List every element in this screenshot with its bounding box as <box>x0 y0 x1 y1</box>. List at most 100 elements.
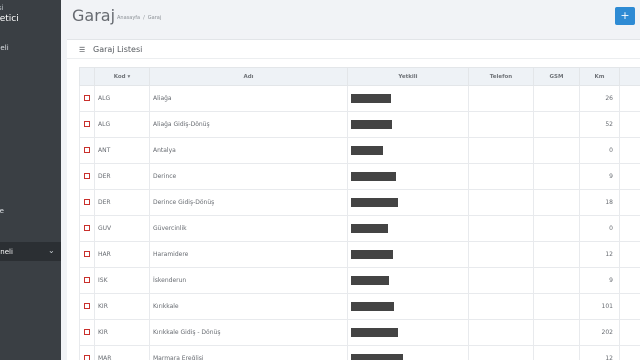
table-row[interactable]: KIR Kırıkkale 101 <box>79 293 640 320</box>
row-checkbox-cell[interactable] <box>79 189 95 216</box>
column-header-gsm[interactable]: GSM <box>533 67 580 86</box>
cell-adi: Marmara Ereğlisi <box>149 345 348 360</box>
table-row[interactable]: GUV Güvercinlik 0 <box>79 215 640 242</box>
redacted-yetkili <box>351 94 391 103</box>
garage-list-panel: ☰ Garaj Listesi Kod ▾ Adı Yetkili Telefo… <box>67 39 640 360</box>
row-checkbox[interactable] <box>84 120 90 127</box>
column-header-km[interactable]: Km <box>579 67 620 86</box>
redacted-yetkili <box>351 250 393 259</box>
cell-extra <box>619 189 640 216</box>
row-checkbox-cell[interactable] <box>79 345 95 360</box>
cell-telefon <box>468 293 534 320</box>
cell-km: 9 <box>579 267 620 294</box>
sidebar: isi netici i neli se aneli ⌄ <box>0 0 61 360</box>
cell-telefon <box>468 163 534 190</box>
cell-kod: GUV <box>94 215 150 242</box>
cell-kod: ALG <box>94 85 150 112</box>
panel-header: ☰ Garaj Listesi <box>67 40 640 59</box>
table-row[interactable]: MAR Marmara Ereğlisi 12 <box>79 345 640 360</box>
redacted-yetkili <box>351 276 389 285</box>
table-row[interactable]: ISK İskenderun 9 <box>79 267 640 294</box>
row-checkbox[interactable] <box>84 146 90 153</box>
table-row[interactable]: KIR Kırıkkale Gidiş - Dönüş 202 <box>79 319 640 346</box>
column-header-kod[interactable]: Kod ▾ <box>94 67 150 86</box>
panel-title: Garaj Listesi <box>93 45 143 54</box>
cell-telefon <box>468 241 534 268</box>
row-checkbox[interactable] <box>84 328 90 335</box>
cell-yetkili <box>347 189 469 216</box>
breadcrumb-current: Garaj <box>147 15 162 21</box>
add-button[interactable]: + <box>615 7 635 25</box>
cell-adi: Kırıkkale <box>149 293 348 320</box>
cell-km: 26 <box>579 85 620 112</box>
row-checkbox[interactable] <box>84 250 90 257</box>
chevron-down-icon: ⌄ <box>48 246 55 255</box>
cell-telefon <box>468 111 534 138</box>
cell-yetkili <box>347 319 469 346</box>
cell-extra <box>619 267 640 294</box>
sidebar-item-active-label: aneli <box>0 248 13 256</box>
garage-table: Kod ▾ Adı Yetkili Telefon GSM Km ALG Alia… <box>79 67 640 360</box>
cell-kod: MAR <box>94 345 150 360</box>
cell-telefon <box>468 345 534 360</box>
cell-yetkili <box>347 137 469 164</box>
cell-gsm <box>533 137 580 164</box>
plus-icon: + <box>620 9 630 22</box>
cell-extra <box>619 111 640 138</box>
page-title: Garaj <box>72 6 116 25</box>
cell-km: 202 <box>579 319 620 346</box>
cell-adi: Antalya <box>149 137 348 164</box>
row-checkbox-cell[interactable] <box>79 267 95 294</box>
cell-gsm <box>533 241 580 268</box>
column-header-yetkili[interactable]: Yetkili <box>347 67 469 86</box>
table-row[interactable]: ALG Aliağa 26 <box>79 85 640 112</box>
cell-km: 0 <box>579 137 620 164</box>
cell-km: 101 <box>579 293 620 320</box>
table-row[interactable]: ANT Antalya 0 <box>79 137 640 164</box>
table-row[interactable]: HAR Haramidere 12 <box>79 241 640 268</box>
table-row[interactable]: DER Derince Gidiş-Dönüş 18 <box>79 189 640 216</box>
cell-gsm <box>533 293 580 320</box>
cell-yetkili <box>347 293 469 320</box>
row-checkbox[interactable] <box>84 302 90 309</box>
cell-yetkili <box>347 241 469 268</box>
cell-gsm <box>533 85 580 112</box>
sidebar-item-2[interactable]: se <box>0 207 4 215</box>
cell-adi: Derince <box>149 163 348 190</box>
breadcrumb-home[interactable]: Anasayfa <box>117 15 140 21</box>
cell-telefon <box>468 85 534 112</box>
row-checkbox-cell[interactable] <box>79 293 95 320</box>
sidebar-item-active[interactable]: aneli ⌄ <box>0 242 61 261</box>
row-checkbox-cell[interactable] <box>79 215 95 242</box>
row-checkbox[interactable] <box>84 354 90 360</box>
row-checkbox-cell[interactable] <box>79 137 95 164</box>
row-checkbox-cell[interactable] <box>79 163 95 190</box>
column-header-telefon[interactable]: Telefon <box>468 67 534 86</box>
cell-gsm <box>533 111 580 138</box>
cell-kod: ANT <box>94 137 150 164</box>
row-checkbox-cell[interactable] <box>79 111 95 138</box>
sidebar-item-1[interactable]: neli <box>0 44 9 52</box>
cell-adi: Haramidere <box>149 241 348 268</box>
row-checkbox-cell[interactable] <box>79 319 95 346</box>
row-checkbox[interactable] <box>84 198 90 205</box>
cell-km: 52 <box>579 111 620 138</box>
table-row[interactable]: ALG Aliağa Gidiş-Dönüş 52 <box>79 111 640 138</box>
cell-extra <box>619 85 640 112</box>
row-checkbox-cell[interactable] <box>79 241 95 268</box>
redacted-yetkili <box>351 328 398 337</box>
row-checkbox[interactable] <box>84 224 90 231</box>
cell-yetkili <box>347 163 469 190</box>
cell-kod: DER <box>94 189 150 216</box>
table-row[interactable]: DER Derince 9 <box>79 163 640 190</box>
column-header-adi[interactable]: Adı <box>149 67 348 86</box>
row-checkbox[interactable] <box>84 94 90 101</box>
row-checkbox[interactable] <box>84 172 90 179</box>
column-header-kod-label: Kod <box>113 73 126 80</box>
cell-km: 12 <box>579 241 620 268</box>
row-checkbox[interactable] <box>84 276 90 283</box>
row-checkbox-cell[interactable] <box>79 85 95 112</box>
cell-kod: ALG <box>94 111 150 138</box>
cell-km: 18 <box>579 189 620 216</box>
cell-extra <box>619 215 640 242</box>
